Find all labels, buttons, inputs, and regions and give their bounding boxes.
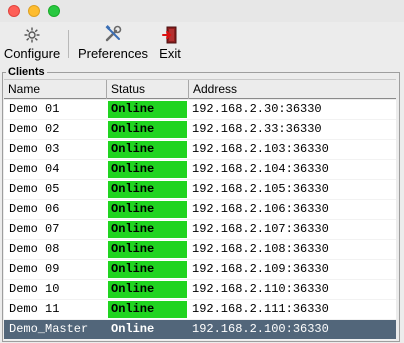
zoom-window-button[interactable] [48,5,60,17]
client-name: Demo 03 [9,142,60,156]
client-name: Demo 04 [9,162,60,176]
client-address: 192.168.2.108:36330 [192,242,329,256]
client-name: Demo 11 [9,302,60,316]
status-badge: Online [111,322,155,336]
column-header-status[interactable]: Status [107,80,189,99]
table-row-selected[interactable]: Demo_Master Online 192.168.2.100:36330 [4,320,396,340]
configure-button[interactable]: Configure [4,24,60,62]
client-address: 192.168.2.30:36330 [192,102,322,116]
clients-table-header: Name Status Address [4,79,396,99]
status-badge: Online [108,201,187,218]
status-badge: Online [108,261,187,278]
preferences-label: Preferences [77,46,149,61]
table-row[interactable]: Demo 09 Online 192.168.2.109:36330 [4,260,396,280]
client-name: Demo 06 [9,202,60,216]
table-row[interactable]: Demo 08 Online 192.168.2.108:36330 [4,240,396,260]
client-address: 192.168.2.107:36330 [192,222,329,236]
exit-button[interactable]: Exit [156,24,184,62]
table-row[interactable]: Demo 05 Online 192.168.2.105:36330 [4,180,396,200]
status-badge: Online [108,121,187,138]
table-row[interactable]: Demo 02 Online 192.168.2.33:36330 [4,120,396,140]
client-address: 192.168.2.103:36330 [192,142,329,156]
clients-group-title: Clients [6,66,47,78]
exit-label: Exit [159,46,181,61]
status-badge: Online [108,101,187,118]
client-name: Demo 05 [9,182,60,196]
status-badge: Online [108,241,187,258]
gear-icon [23,24,41,44]
toolbar-separator [68,30,69,58]
tools-icon [103,24,123,44]
column-header-address[interactable]: Address [189,80,396,99]
toolbar: Configure Preferences Exit [0,22,404,64]
status-badge: Online [108,141,187,158]
client-address: 192.168.2.100:36330 [192,322,329,336]
close-window-button[interactable] [8,5,20,17]
client-address: 192.168.2.105:36330 [192,182,329,196]
status-badge: Online [108,301,187,318]
table-row[interactable]: Demo 03 Online 192.168.2.103:36330 [4,140,396,160]
client-address: 192.168.2.111:36330 [192,302,329,316]
table-row[interactable]: Demo 10 Online 192.168.2.110:36330 [4,280,396,300]
client-name: Demo 01 [9,102,60,116]
exit-door-icon [162,24,178,44]
table-row[interactable]: Demo 11 Online 192.168.2.111:36330 [4,300,396,320]
configure-label: Configure [3,46,61,61]
preferences-button[interactable]: Preferences [78,24,148,62]
client-name: Demo 10 [9,282,60,296]
client-name: Demo_Master [9,322,89,336]
status-badge: Online [108,221,187,238]
client-address: 192.168.2.109:36330 [192,262,329,276]
status-badge: Online [108,281,187,298]
status-badge: Online [108,181,187,198]
minimize-window-button[interactable] [28,5,40,17]
title-bar [0,0,404,22]
status-badge: Online [108,161,187,178]
client-name: Demo 09 [9,262,60,276]
client-name: Demo 08 [9,242,60,256]
clients-table-body: Demo 01 Online 192.168.2.30:36330 Demo 0… [4,100,396,340]
client-address: 192.168.2.110:36330 [192,282,329,296]
column-header-name[interactable]: Name [4,80,107,99]
client-address: 192.168.2.104:36330 [192,162,329,176]
client-address: 192.168.2.33:36330 [192,122,322,136]
table-row[interactable]: Demo 01 Online 192.168.2.30:36330 [4,100,396,120]
table-row[interactable]: Demo 04 Online 192.168.2.104:36330 [4,160,396,180]
table-row[interactable]: Demo 07 Online 192.168.2.107:36330 [4,220,396,240]
table-row[interactable]: Demo 06 Online 192.168.2.106:36330 [4,200,396,220]
client-address: 192.168.2.106:36330 [192,202,329,216]
client-name: Demo 07 [9,222,60,236]
client-name: Demo 02 [9,122,60,136]
